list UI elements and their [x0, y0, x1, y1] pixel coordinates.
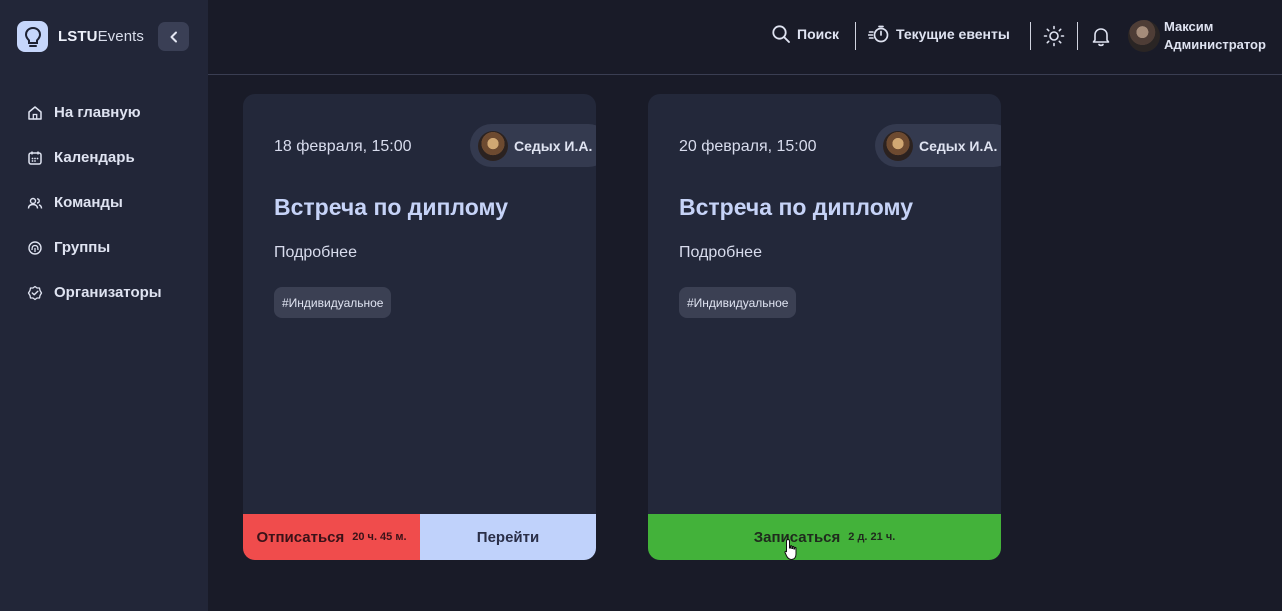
unsubscribe-label: Отписаться [256, 528, 345, 546]
event-card: 20 февраля, 15:00 Седых И.А. Встреча по … [648, 94, 1001, 560]
theme-toggle-button[interactable] [1043, 25, 1065, 47]
fingerprint-icon [26, 239, 43, 256]
sidebar-item-label: Организаторы [54, 284, 162, 301]
sidebar-item-label: Группы [54, 239, 111, 256]
subscribe-button[interactable]: Записаться 2 д. 21 ч. [648, 514, 1001, 560]
sidebar-item-calendar[interactable]: Календарь [26, 135, 196, 180]
avatar [883, 130, 913, 161]
search-button[interactable]: Поиск [771, 24, 839, 44]
sidebar-item-home[interactable]: На главную [26, 90, 196, 135]
card-actions: Отписаться 20 ч. 45 м. Перейти [243, 514, 596, 560]
sun-icon [1043, 25, 1065, 47]
header-divider [1077, 22, 1078, 50]
brand-name-light: Events [97, 28, 145, 45]
unsubscribe-button[interactable]: Отписаться 20 ч. 45 м. [243, 514, 420, 560]
event-title: Встреча по диплому [679, 194, 913, 220]
user-role: Администратор [1164, 37, 1266, 52]
user-info: Максим Администратор [1164, 18, 1266, 54]
search-label: Поиск [797, 26, 840, 42]
collapse-sidebar-button[interactable] [158, 22, 189, 51]
sidebar: LSTUEvents На главную Календарь Команды [0, 0, 208, 611]
sidebar-item-teams[interactable]: Команды [26, 180, 196, 225]
lightbulb-icon [17, 21, 48, 52]
unsubscribe-timer: 20 ч. 45 м. [352, 531, 407, 543]
subscribe-timer: 2 д. 21 ч. [848, 531, 896, 543]
current-events-button[interactable]: Текущие евенты [868, 24, 1010, 44]
go-label: Перейти [476, 528, 540, 546]
sidebar-nav: На главную Календарь Команды Группы Орга… [26, 90, 196, 315]
event-date: 18 февраля, 15:00 [274, 138, 412, 155]
stopwatch-icon [868, 25, 889, 43]
brand-name-bold: LSTU [58, 28, 98, 45]
header-divider [1030, 22, 1031, 50]
event-title: Встреча по диплому [274, 194, 508, 220]
organizer-name: Седых И.А. [514, 137, 593, 154]
badge-check-icon [26, 284, 43, 301]
event-tag[interactable]: #Индивидуальное [274, 287, 392, 318]
sidebar-item-label: На главную [54, 104, 141, 121]
event-tag[interactable]: #Индивидуальное [679, 287, 797, 318]
sidebar-item-groups[interactable]: Группы [26, 225, 196, 270]
top-header: Поиск Текущие евенты Максим Администрато… [208, 0, 1282, 75]
home-icon [26, 104, 43, 121]
event-date: 20 февраля, 15:00 [679, 138, 817, 155]
avatar [1128, 20, 1160, 52]
sidebar-item-label: Команды [54, 194, 123, 211]
brand-name: LSTUEvents [58, 28, 144, 45]
hand-pointer-icon [784, 538, 797, 561]
sidebar-item-organizers[interactable]: Организаторы [26, 270, 196, 315]
user-first-name: Максим [1164, 19, 1214, 34]
search-icon [772, 25, 790, 43]
notifications-button[interactable] [1091, 26, 1111, 47]
chevron-left-icon [170, 31, 177, 42]
bell-icon [1092, 28, 1110, 47]
go-button[interactable]: Перейти [420, 514, 596, 560]
details-link[interactable]: Подробнее [679, 244, 762, 262]
users-icon [26, 194, 43, 211]
organizer-name: Седых И.А. [919, 137, 998, 154]
organizer-chip[interactable]: Седых И.А. [875, 124, 1001, 167]
avatar [478, 130, 508, 161]
current-events-label: Текущие евенты [896, 26, 1010, 42]
card-actions: Записаться 2 д. 21 ч. [648, 514, 1001, 560]
header-divider [855, 22, 856, 50]
organizer-chip[interactable]: Седых И.А. [470, 124, 596, 167]
details-link[interactable]: Подробнее [274, 244, 357, 262]
sidebar-item-label: Календарь [54, 149, 135, 166]
calendar-icon [26, 149, 43, 166]
user-menu[interactable]: Максим Администратор [1128, 18, 1266, 54]
brand[interactable]: LSTUEvents [17, 21, 144, 52]
event-card: 18 февраля, 15:00 Седых И.А. Встреча по … [243, 94, 596, 560]
